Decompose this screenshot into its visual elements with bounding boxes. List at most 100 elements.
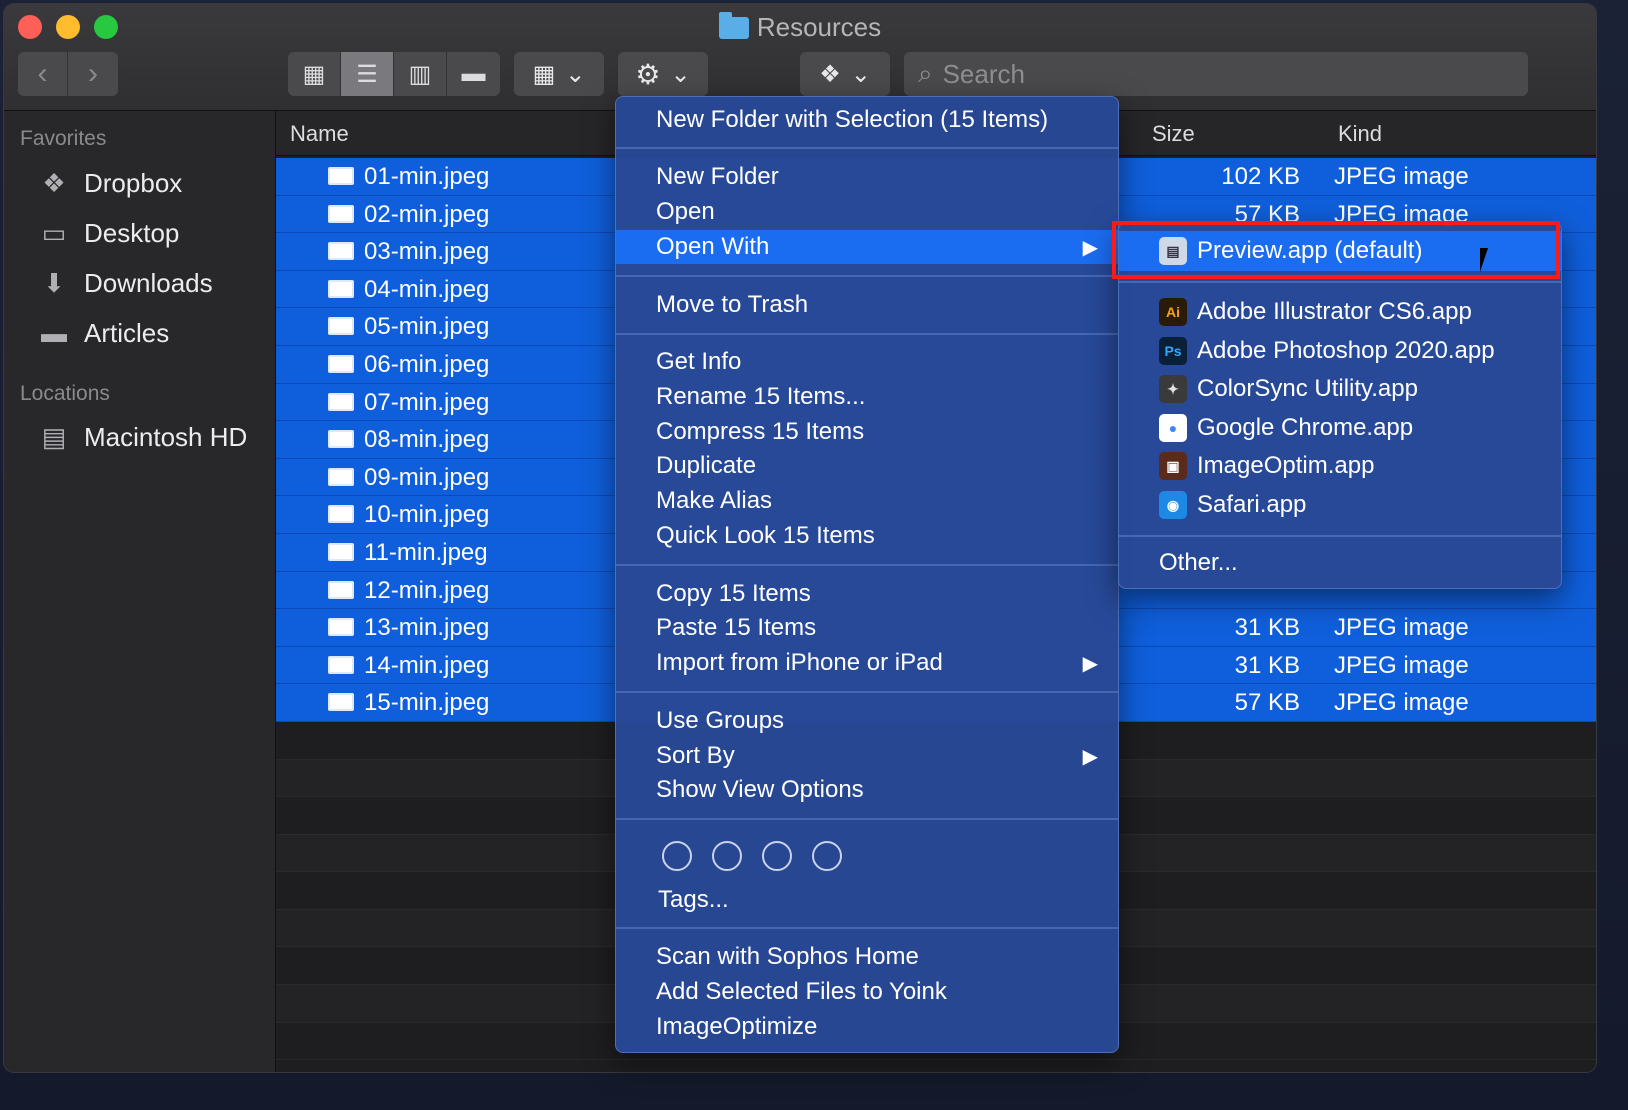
menu-item-compress[interactable]: Compress 15 Items: [616, 415, 1118, 449]
menu-item-paste[interactable]: Paste 15 Items: [616, 611, 1118, 645]
search-placeholder: Search: [942, 58, 1025, 89]
nav-buttons: ‹ ›: [18, 52, 118, 96]
column-header-name[interactable]: Name: [290, 121, 349, 147]
file-name: 10-min.jpeg: [364, 501, 490, 529]
search-icon: ⌕: [918, 58, 933, 88]
file-name: 04-min.jpeg: [364, 275, 490, 303]
menu-item-open-with[interactable]: Open With ▶: [616, 230, 1118, 264]
chevron-down-icon: ⌄: [850, 60, 871, 88]
group-by-button[interactable]: ▦ ⌄: [514, 52, 604, 96]
file-kind: JPEG image: [1334, 651, 1469, 679]
mouse-cursor-icon: [1480, 248, 1496, 272]
column-view-button[interactable]: ▥: [394, 52, 447, 96]
menu-item-scan-sophos[interactable]: Scan with Sophos Home: [616, 940, 1118, 974]
submenu-arrow-icon: ▶: [1082, 652, 1098, 675]
menu-item-new-folder-with-selection[interactable]: New Folder with Selection (15 Items): [616, 103, 1118, 137]
sidebar-item-articles[interactable]: ▬ Articles: [36, 313, 169, 353]
sidebar: Favorites ❖ Dropbox ▭ Desktop ⬇ Downloads ▬…: [4, 111, 276, 1072]
column-header-size[interactable]: Size: [1152, 121, 1195, 147]
chevron-right-icon: ›: [88, 57, 98, 90]
menu-separator: [616, 275, 1118, 277]
menu-item-app[interactable]: ▣ ImageOptim.app: [1119, 449, 1561, 483]
menu-item-quick-look[interactable]: Quick Look 15 Items: [616, 519, 1118, 553]
file-name: 11-min.jpeg: [364, 538, 488, 566]
image-file-icon: [328, 505, 354, 524]
menu-item-app[interactable]: Ps Adobe Photoshop 2020.app: [1119, 334, 1561, 368]
dropbox-button[interactable]: ❖ ⌄: [800, 52, 890, 96]
menu-separator: [1119, 535, 1561, 537]
sidebar-item-macintosh-hd[interactable]: ▤ Macintosh HD: [36, 417, 248, 457]
menu-item-duplicate[interactable]: Duplicate: [616, 449, 1118, 483]
tag-circle-icon[interactable]: [712, 841, 742, 871]
menu-separator: [616, 927, 1118, 929]
menu-item-other[interactable]: Other...: [1119, 546, 1561, 580]
file-size: 102 KB: [1221, 163, 1300, 190]
menu-item-app[interactable]: ● Google Chrome.app: [1119, 411, 1561, 445]
menu-item-import[interactable]: Import from iPhone or iPad ▶: [616, 646, 1118, 680]
tag-circle-icon[interactable]: [762, 841, 792, 871]
menu-item-make-alias[interactable]: Make Alias: [616, 484, 1118, 518]
file-kind: JPEG image: [1334, 163, 1469, 190]
file-name: 01-min.jpeg: [364, 163, 490, 190]
menu-item-show-view-options[interactable]: Show View Options: [616, 773, 1118, 807]
column-header-kind[interactable]: Kind: [1338, 121, 1382, 147]
grid-icon: ▦: [302, 60, 326, 88]
image-file-icon: [328, 317, 354, 336]
file-name: 14-min.jpeg: [364, 651, 490, 679]
dropbox-icon: ❖: [42, 167, 66, 198]
menu-item-move-to-trash[interactable]: Move to Trash: [616, 288, 1118, 322]
menu-separator: [1119, 281, 1561, 283]
list-icon: ☰: [356, 60, 378, 88]
menu-item-app[interactable]: ◉ Safari.app: [1119, 488, 1561, 522]
chevron-left-icon: ‹: [37, 57, 48, 90]
file-size: 31 KB: [1234, 651, 1300, 679]
file-name: 09-min.jpeg: [364, 463, 490, 491]
menu-item-add-to-yoink[interactable]: Add Selected Files to Yoink: [616, 975, 1118, 1009]
image-file-icon: [328, 693, 354, 712]
chrome-icon: ●: [1159, 413, 1187, 442]
action-button[interactable]: ⚙ ⌄: [618, 52, 708, 96]
sidebar-item-desktop[interactable]: ▭ Desktop: [36, 213, 180, 253]
menu-item-app[interactable]: Ai Adobe Illustrator CS6.app: [1119, 295, 1561, 329]
file-name: 13-min.jpeg: [364, 614, 490, 642]
file-kind: JPEG image: [1334, 689, 1469, 717]
sidebar-item-downloads[interactable]: ⬇ Downloads: [36, 263, 213, 303]
image-file-icon: [328, 580, 354, 599]
search-field[interactable]: ⌕ Search: [904, 52, 1528, 96]
locations-heading: Locations: [20, 382, 110, 405]
favorites-heading: Favorites: [20, 127, 107, 150]
image-file-icon: [328, 542, 354, 561]
menu-item-new-folder[interactable]: New Folder: [616, 160, 1118, 194]
icon-view-button[interactable]: ▦: [288, 52, 341, 96]
back-button[interactable]: ‹: [18, 52, 68, 96]
menu-separator: [616, 333, 1118, 335]
desktop-icon: ▭: [41, 217, 67, 248]
menu-item-tags[interactable]: Tags...: [616, 883, 1118, 917]
menu-item-open[interactable]: Open: [616, 195, 1118, 229]
menu-item-copy[interactable]: Copy 15 Items: [616, 577, 1118, 611]
menu-item-use-groups[interactable]: Use Groups: [616, 704, 1118, 738]
safari-icon: ◉: [1159, 491, 1187, 519]
menu-item-imageoptimize[interactable]: ImageOptimize: [616, 1010, 1118, 1044]
menu-item-rename[interactable]: Rename 15 Items...: [616, 380, 1118, 414]
forward-button[interactable]: ›: [68, 52, 118, 96]
list-view-button[interactable]: ☰: [341, 52, 394, 96]
colorsync-icon: ✦: [1159, 375, 1187, 404]
file-name: 07-min.jpeg: [364, 388, 490, 416]
menu-item-get-info[interactable]: Get Info: [616, 345, 1118, 379]
menu-item-sort-by[interactable]: Sort By ▶: [616, 739, 1118, 773]
file-name: 02-min.jpeg: [364, 200, 490, 228]
gear-icon: ⚙: [635, 58, 661, 90]
image-file-icon: [328, 467, 354, 486]
grid-icon: ▦: [532, 60, 556, 88]
window-title: Resources: [4, 12, 1596, 43]
gallery-view-button[interactable]: ▬: [447, 52, 500, 96]
sidebar-item-dropbox[interactable]: ❖ Dropbox: [36, 163, 182, 203]
tag-colors: [662, 841, 842, 871]
columns-icon: ▥: [408, 60, 432, 88]
tag-circle-icon[interactable]: [662, 841, 692, 871]
tag-circle-icon[interactable]: [812, 841, 842, 871]
menu-item-app[interactable]: ✦ ColorSync Utility.app: [1119, 372, 1561, 406]
menu-separator: [616, 691, 1118, 693]
disk-icon: ▤: [41, 421, 67, 452]
